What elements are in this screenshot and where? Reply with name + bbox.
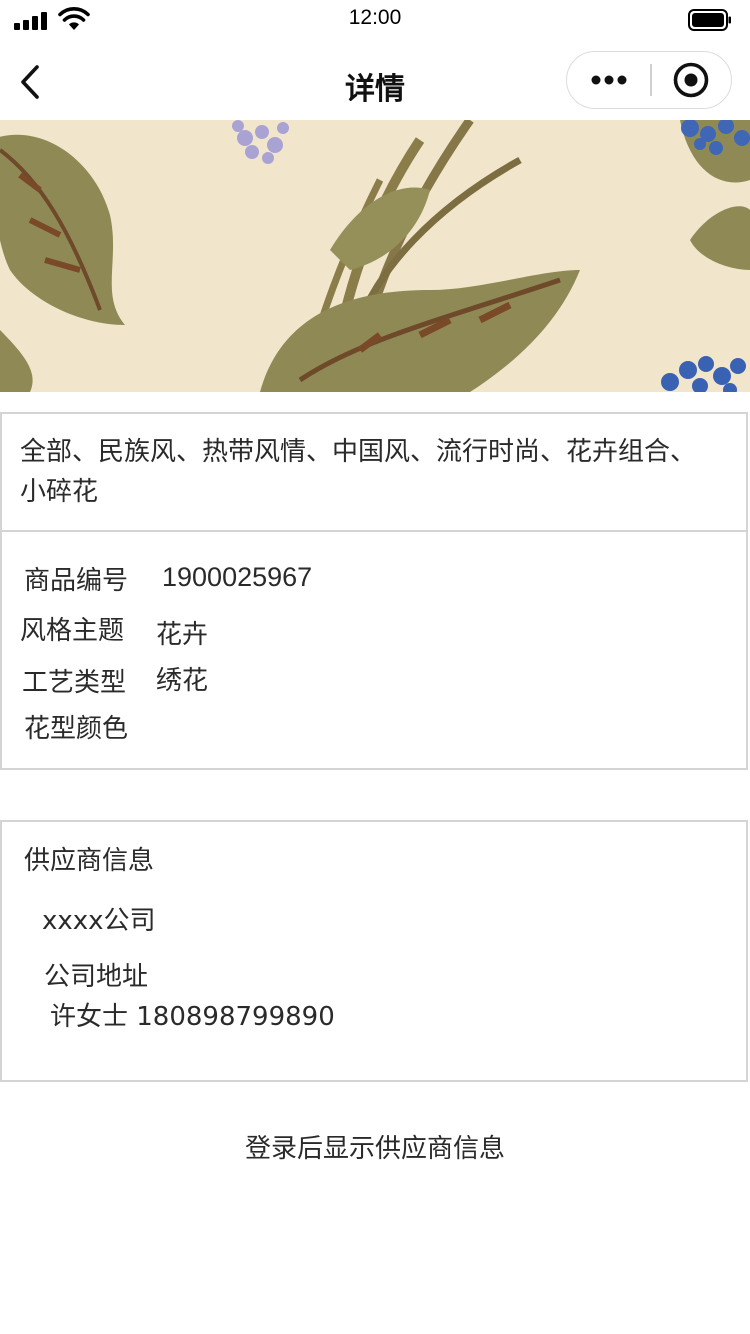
spec-value: 花卉 xyxy=(156,620,209,650)
product-spec-section: 商品编号 1900025967 风格主题 花卉 工艺类型 绣花 花型颜色 xyxy=(0,530,748,770)
spec-label: 风格主题 xyxy=(20,616,125,646)
target-close-icon xyxy=(673,62,709,97)
floral-pattern-image xyxy=(0,120,750,392)
spec-label: 花型颜色 xyxy=(24,714,129,744)
status-time: 12:00 xyxy=(348,6,402,29)
style-tags: 全部、民族风、热带风情、中国风、流行时尚、花卉组合、小碎花 xyxy=(20,437,697,507)
supplier-address-label: 公司地址 xyxy=(44,962,149,992)
supplier-contact: 许女士 180898799890 xyxy=(50,1002,335,1032)
spec-value: 绣花 xyxy=(156,666,209,696)
spec-label: 商品编号 xyxy=(24,566,129,596)
close-button[interactable] xyxy=(652,52,730,107)
status-bar: 12:00 xyxy=(0,0,750,40)
login-hint: 登录后显示供应商信息 xyxy=(244,1134,505,1164)
mini-program-capsule xyxy=(566,51,732,109)
product-banner-image xyxy=(0,120,750,392)
more-button[interactable] xyxy=(567,52,650,107)
navigation-bar: 详情 xyxy=(0,40,750,122)
more-dots-icon xyxy=(591,75,626,84)
battery-icon xyxy=(688,9,731,31)
supplier-company: xxxx公司 xyxy=(42,906,156,936)
tags-section: 全部、民族风、热带风情、中国风、流行时尚、花卉组合、小碎花 xyxy=(0,412,748,532)
spec-label: 工艺类型 xyxy=(22,668,127,698)
supplier-section: 供应商信息 xxxx公司 公司地址 许女士 180898799890 xyxy=(0,820,748,1082)
supplier-heading: 供应商信息 xyxy=(24,846,155,876)
spec-value: 1900025967 xyxy=(162,562,313,592)
